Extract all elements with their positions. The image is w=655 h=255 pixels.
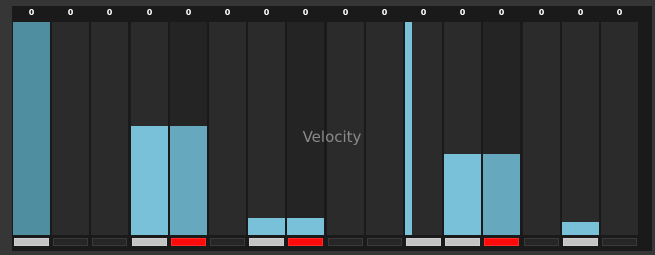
velocity-lane[interactable] bbox=[327, 22, 364, 235]
velocity-lane[interactable] bbox=[248, 22, 285, 235]
velocity-editor-panel: 0000000000000000 Velocity bbox=[0, 0, 655, 255]
step-toggle-button[interactable] bbox=[249, 238, 284, 246]
step-column-3: 0 bbox=[90, 6, 129, 251]
step-toggle-button[interactable] bbox=[484, 238, 519, 246]
velocity-lane[interactable] bbox=[170, 22, 207, 235]
velocity-bar[interactable] bbox=[170, 126, 207, 235]
step-column-16: 0 bbox=[600, 6, 639, 251]
velocity-lane[interactable] bbox=[52, 22, 89, 235]
velocity-lane[interactable] bbox=[287, 22, 324, 235]
velocity-bar[interactable] bbox=[405, 22, 412, 235]
step-column-4: 0 bbox=[130, 6, 169, 251]
velocity-lane[interactable] bbox=[523, 22, 560, 235]
step-column-13: 0 bbox=[482, 6, 521, 251]
velocity-bar[interactable] bbox=[131, 126, 168, 235]
step-column-6: 0 bbox=[208, 6, 247, 251]
velocity-bar[interactable] bbox=[562, 222, 599, 235]
step-toggle-button[interactable] bbox=[132, 238, 167, 246]
step-count-label: 0 bbox=[498, 8, 505, 17]
velocity-lane[interactable] bbox=[91, 22, 128, 235]
step-count-label: 0 bbox=[224, 8, 231, 17]
step-toggle-button[interactable] bbox=[14, 238, 49, 246]
velocity-bar[interactable] bbox=[287, 218, 324, 235]
step-count-label: 0 bbox=[381, 8, 388, 17]
step-toggle-button[interactable] bbox=[328, 238, 363, 246]
step-column-9: 0 bbox=[326, 6, 365, 251]
step-toggle-button[interactable] bbox=[602, 238, 637, 246]
step-column-12: 0 bbox=[443, 6, 482, 251]
velocity-lane[interactable] bbox=[483, 22, 520, 235]
step-toggle-button[interactable] bbox=[171, 238, 206, 246]
step-column-5: 0 bbox=[169, 6, 208, 251]
step-count-label: 0 bbox=[146, 8, 153, 17]
step-column-11: 0 bbox=[404, 6, 443, 251]
step-count-label: 0 bbox=[302, 8, 309, 17]
step-toggle-button[interactable] bbox=[563, 238, 598, 246]
velocity-lane[interactable] bbox=[366, 22, 403, 235]
step-toggle-button[interactable] bbox=[210, 238, 245, 246]
velocity-lane[interactable] bbox=[601, 22, 638, 235]
velocity-bar[interactable] bbox=[13, 22, 50, 235]
velocity-lane[interactable] bbox=[405, 22, 442, 235]
step-column-8: 0 bbox=[286, 6, 325, 251]
step-count-label: 0 bbox=[185, 8, 192, 17]
velocity-grid: 0000000000000000 Velocity bbox=[12, 6, 652, 251]
step-column-10: 0 bbox=[365, 6, 404, 251]
velocity-lane[interactable] bbox=[131, 22, 168, 235]
velocity-bar[interactable] bbox=[483, 154, 520, 235]
step-toggle-button[interactable] bbox=[288, 238, 323, 246]
step-count-label: 0 bbox=[342, 8, 349, 17]
step-column-14: 0 bbox=[522, 6, 561, 251]
step-column-2: 0 bbox=[51, 6, 90, 251]
velocity-lane[interactable] bbox=[209, 22, 246, 235]
step-toggle-button[interactable] bbox=[53, 238, 88, 246]
step-count-label: 0 bbox=[616, 8, 623, 17]
step-count-label: 0 bbox=[420, 8, 427, 17]
step-count-label: 0 bbox=[28, 8, 35, 17]
step-count-label: 0 bbox=[67, 8, 74, 17]
step-toggle-button[interactable] bbox=[406, 238, 441, 246]
velocity-lane[interactable] bbox=[13, 22, 50, 235]
step-toggle-button[interactable] bbox=[92, 238, 127, 246]
step-count-label: 0 bbox=[577, 8, 584, 17]
step-column-15: 0 bbox=[561, 6, 600, 251]
step-toggle-button[interactable] bbox=[367, 238, 402, 246]
velocity-bar[interactable] bbox=[444, 154, 481, 235]
step-count-label: 0 bbox=[106, 8, 113, 17]
step-count-label: 0 bbox=[538, 8, 545, 17]
step-toggle-button[interactable] bbox=[445, 238, 480, 246]
velocity-lane[interactable] bbox=[444, 22, 481, 235]
velocity-bar[interactable] bbox=[248, 218, 285, 235]
step-toggle-button[interactable] bbox=[524, 238, 559, 246]
velocity-lane[interactable] bbox=[562, 22, 599, 235]
step-column-1: 0 bbox=[12, 6, 51, 251]
step-count-label: 0 bbox=[263, 8, 270, 17]
step-column-7: 0 bbox=[247, 6, 286, 251]
step-count-label: 0 bbox=[459, 8, 466, 17]
